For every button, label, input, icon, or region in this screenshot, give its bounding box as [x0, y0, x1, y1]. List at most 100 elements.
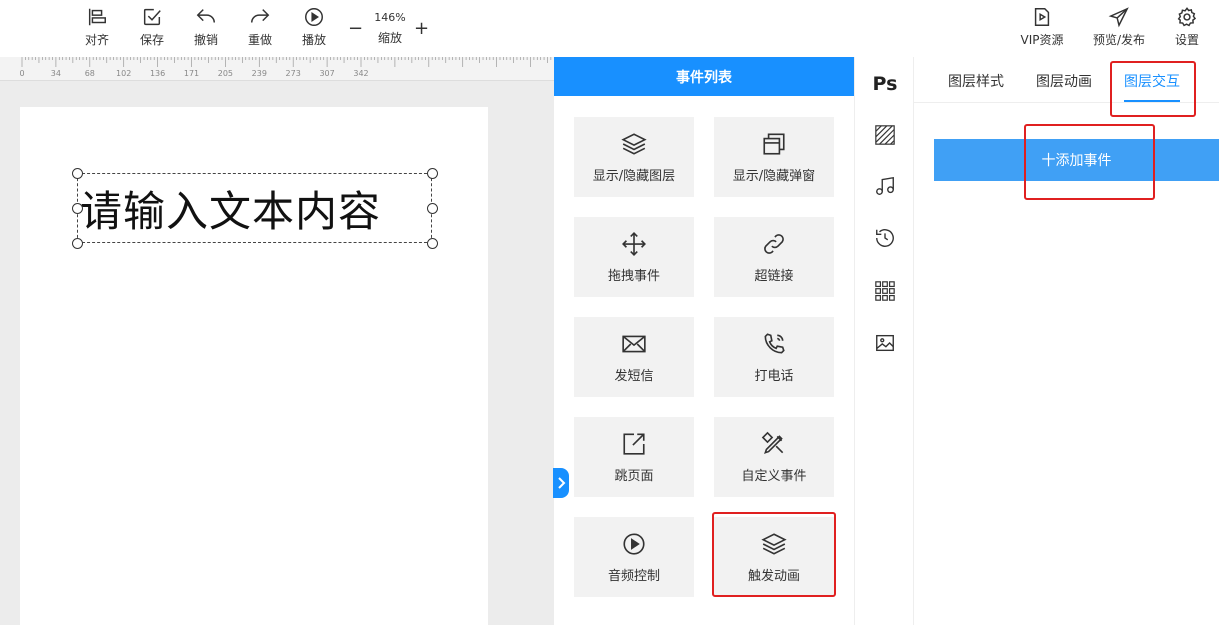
- zoom-control: − 146% 缩放 +: [346, 6, 432, 50]
- save-label: 保存: [139, 33, 164, 47]
- send-icon: [1108, 7, 1129, 28]
- redo-icon: [251, 9, 270, 23]
- ruler-tick-label: 34: [50, 69, 61, 78]
- save-icon: [143, 8, 161, 26]
- event-jump-page[interactable]: 跳页面: [574, 417, 694, 497]
- align-label: 对齐: [84, 33, 109, 47]
- ruler-tick-label: 205: [217, 69, 234, 78]
- ruler-tick-label: 239: [251, 69, 267, 78]
- redo-label: 重做: [247, 33, 272, 47]
- undo-icon: [196, 9, 215, 23]
- event-phone-call[interactable]: 打电话: [714, 317, 834, 397]
- phone-icon: [764, 332, 785, 353]
- music-button[interactable]: [870, 171, 900, 201]
- chevron-right-icon: [558, 477, 566, 489]
- redo-button[interactable]: 重做: [235, 6, 285, 50]
- event-label: 拖拽事件: [607, 268, 660, 284]
- vip-resources-button[interactable]: VIP资源: [1016, 6, 1068, 50]
- music-note-icon: [876, 176, 894, 195]
- tab-layer-style[interactable]: 图层样式: [948, 71, 1004, 91]
- event-drag[interactable]: 拖拽事件: [574, 217, 694, 297]
- ruler-tick-label: 68: [84, 69, 95, 78]
- play-label: 播放: [301, 33, 326, 47]
- preview-publish-button[interactable]: 预览/发布: [1090, 6, 1148, 50]
- resize-handle-top-right[interactable]: [427, 168, 438, 179]
- event-label: 发短信: [614, 368, 654, 384]
- ps-label: Ps: [872, 73, 898, 95]
- event-trigger-animation[interactable]: 触发动画: [714, 517, 834, 597]
- zoom-percent: 146%: [374, 11, 406, 24]
- settings-label: 设置: [1174, 33, 1199, 47]
- canvas-area: [0, 81, 554, 625]
- collapse-panel-button[interactable]: [553, 468, 569, 498]
- text-layer[interactable]: 请输入文本内容: [77, 173, 432, 243]
- tool-icon-strip: Ps: [854, 57, 914, 625]
- align-icon: [88, 8, 106, 26]
- play-button[interactable]: 播放: [289, 6, 339, 50]
- gear-icon: [1177, 7, 1197, 27]
- layers-icon: [621, 132, 647, 155]
- ruler-tick-label: 0: [19, 69, 25, 78]
- event-label: 跳页面: [614, 468, 654, 484]
- ruler-tick-label: 273: [285, 69, 301, 78]
- event-list-title: 事件列表: [554, 57, 854, 96]
- ps-button[interactable]: Ps: [870, 69, 900, 99]
- event-show-hide-popup[interactable]: 显示/隐藏弹窗: [714, 117, 834, 197]
- event-label: 显示/隐藏弹窗: [732, 168, 816, 184]
- history-button[interactable]: [870, 223, 900, 253]
- event-label: 自定义事件: [741, 468, 807, 484]
- top-toolbar: 对齐 保存 撤销 重做 播放 − 146% 缩放 + VIP资源 预览/发布 设…: [0, 0, 1219, 56]
- grid-button[interactable]: [870, 276, 900, 306]
- align-button[interactable]: 对齐: [72, 6, 122, 50]
- texture-button[interactable]: [870, 120, 900, 150]
- save-button[interactable]: 保存: [127, 6, 177, 50]
- tools-icon: [761, 431, 784, 454]
- active-tab-indicator: [1124, 100, 1180, 102]
- event-label: 音频控制: [607, 568, 660, 584]
- zoom-in-button[interactable]: +: [414, 18, 429, 39]
- image-button[interactable]: [870, 328, 900, 358]
- ruler-tick-label: 136: [149, 69, 166, 78]
- ruler-tick-label: 342: [353, 69, 369, 78]
- event-audio-control[interactable]: 音频控制: [574, 517, 694, 597]
- text-layer-content: 请输入文本内容: [80, 186, 382, 236]
- event-show-hide-layer[interactable]: 显示/隐藏图层: [574, 117, 694, 197]
- event-custom[interactable]: 自定义事件: [714, 417, 834, 497]
- add-event-label: 十添加事件: [1041, 153, 1112, 169]
- ruler-tick-label: 307: [319, 69, 335, 78]
- link-icon: [764, 233, 784, 254]
- horizontal-ruler: 0 34 68 102 136 171 205 239 273 307 342: [0, 57, 554, 81]
- grid-icon: [875, 281, 895, 301]
- image-icon: [876, 334, 894, 352]
- resize-handle-bottom-right[interactable]: [427, 238, 438, 249]
- tab-layer-interaction[interactable]: 图层交互: [1124, 71, 1180, 91]
- external-link-icon: [623, 432, 645, 455]
- hatch-pattern-icon: [875, 125, 895, 145]
- zoom-out-button[interactable]: −: [348, 18, 363, 39]
- mail-icon: [622, 335, 646, 352]
- event-hyperlink[interactable]: 超链接: [714, 217, 834, 297]
- event-list-panel: 事件列表 显示/隐藏图层 显示/隐藏弹窗 拖拽事件 超链接 发短信 打电话 跳页…: [554, 57, 854, 625]
- settings-button[interactable]: 设置: [1162, 6, 1212, 50]
- ruler-tick-label: 102: [116, 69, 132, 78]
- layers-icon: [761, 532, 787, 555]
- play-circle-icon: [623, 532, 645, 555]
- resize-handle-right[interactable]: [427, 203, 438, 214]
- undo-button[interactable]: 撤销: [181, 6, 231, 50]
- resize-handle-left[interactable]: [72, 203, 83, 214]
- publish-label: 预览/发布: [1092, 33, 1146, 47]
- event-send-sms[interactable]: 发短信: [574, 317, 694, 397]
- ruler-ticks: [21, 57, 552, 67]
- vip-icon: [1034, 8, 1050, 26]
- move-icon: [622, 231, 646, 256]
- add-event-button[interactable]: 十添加事件: [934, 139, 1219, 181]
- resize-handle-top-left[interactable]: [72, 168, 83, 179]
- vip-label: VIP资源: [1020, 33, 1064, 47]
- popup-icon: [763, 132, 785, 155]
- resize-handle-bottom-left[interactable]: [72, 238, 83, 249]
- play-icon: [305, 8, 323, 26]
- zoom-label: 缩放: [377, 31, 402, 45]
- tab-layer-animation[interactable]: 图层动画: [1036, 71, 1092, 91]
- event-label: 触发动画: [747, 568, 800, 584]
- undo-label: 撤销: [193, 33, 218, 47]
